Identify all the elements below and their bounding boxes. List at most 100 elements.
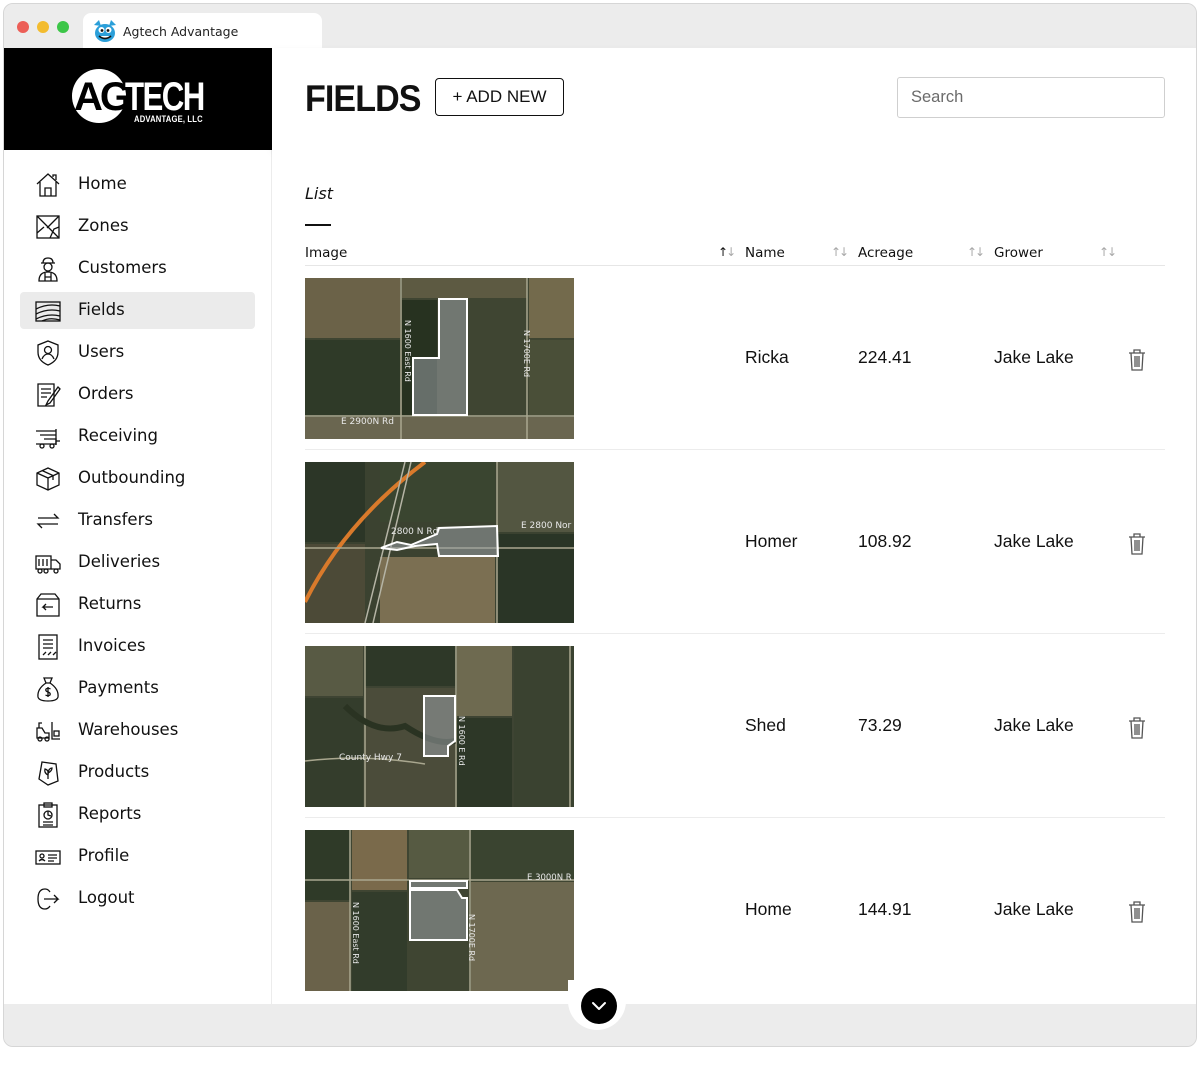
user-shield-icon	[37, 340, 59, 366]
returns-icon	[36, 593, 60, 617]
table-row[interactable]: County Hwy 7 N 1600 E Rd Shed 73.29 Jake…	[305, 634, 1165, 818]
sidebar-item-label: Users	[78, 342, 125, 361]
sidebar-item-transfers[interactable]: Transfers	[20, 502, 255, 539]
sidebar-item-products[interactable]: Products	[20, 754, 255, 791]
field-grower: Jake Lake	[994, 347, 1074, 367]
sidebar-item-label: Reports	[78, 804, 142, 823]
sidebar-item-receiving[interactable]: Receiving	[20, 418, 255, 455]
sidebar-item-warehouses[interactable]: Warehouses	[20, 712, 255, 749]
scroll-down-button[interactable]	[581, 988, 617, 1024]
sidebar-item-invoices[interactable]: Invoices	[20, 628, 255, 665]
map-road-label: E 3000N R	[527, 873, 572, 883]
forklift-icon	[36, 722, 60, 742]
table-row[interactable]: E 3000N R N 1600 East Rd N 1700E Rd Home…	[305, 818, 1165, 1002]
map-road-label: E 2800 Nor	[521, 521, 572, 531]
sidebar-item-home[interactable]: Home	[20, 166, 255, 203]
column-header-name[interactable]: Name	[745, 245, 785, 261]
map-road-label: 2800 N Rd	[391, 527, 438, 537]
sidebar-item-label: Customers	[78, 258, 167, 277]
column-header-image: Image	[305, 245, 348, 261]
product-seed-icon	[38, 761, 59, 786]
sidebar-item-orders[interactable]: Orders	[20, 376, 255, 413]
minimize-window-button[interactable]	[37, 21, 49, 33]
delete-trash-icon[interactable]	[1127, 900, 1147, 924]
table-row[interactable]: 2800 N Rd E 2800 Nor Homer 108.92 Jake L…	[305, 450, 1165, 634]
sidebar-item-label: Deliveries	[78, 552, 161, 571]
map-road-label: N 1600 East Rd	[403, 320, 412, 382]
sort-name-icon[interactable]: ↑↓	[831, 245, 849, 259]
sidebar-item-label: Returns	[78, 594, 142, 613]
section-label: List	[305, 184, 333, 203]
chevron-down-icon	[592, 1002, 606, 1010]
add-new-button[interactable]: + ADD NEW	[435, 78, 564, 116]
sidebar-item-payments[interactable]: Payments	[20, 670, 255, 707]
sort-acreage-icon[interactable]: ↑↓	[967, 245, 985, 259]
sidebar-item-returns[interactable]: Returns	[20, 586, 255, 623]
sidebar-item-customers[interactable]: Customers	[20, 250, 255, 287]
sidebar-item-zones[interactable]: Zones	[20, 208, 255, 245]
field-grower: Jake Lake	[994, 899, 1074, 919]
sidebar-item-deliveries[interactable]: Deliveries	[20, 544, 255, 581]
search-input[interactable]	[897, 77, 1165, 118]
sidebar-item-label: Payments	[78, 678, 159, 697]
mascot-favicon-icon	[94, 20, 116, 42]
delivery-truck-icon	[35, 555, 61, 574]
title-bar: Agtech Advantage	[4, 4, 1196, 49]
box-icon	[36, 467, 60, 491]
sort-image-icon[interactable]: ↑↓	[718, 245, 736, 259]
logo-subtitle: ADVANTAGE, LLC	[134, 114, 203, 124]
sidebar-item-label: Profile	[78, 846, 130, 865]
sidebar-nav: Home Zones Customers Fields Users Orders	[4, 150, 272, 1004]
field-name: Ricka	[745, 347, 789, 367]
field-name: Homer	[745, 531, 798, 551]
delete-trash-icon[interactable]	[1127, 348, 1147, 372]
column-header-grower[interactable]: Grower	[994, 245, 1043, 261]
table-row[interactable]: E 2900N Rd N 1600 East Rd N 1700E Rd Ric…	[305, 266, 1165, 450]
sort-grower-icon[interactable]: ↑↓	[1099, 245, 1117, 259]
sidebar-item-profile[interactable]: Profile	[20, 838, 255, 875]
invoice-icon	[38, 634, 58, 660]
satellite-map-image: E 3000N R N 1600 East Rd N 1700E Rd	[305, 830, 574, 991]
sidebar-item-label: Zones	[78, 216, 129, 235]
delete-trash-icon[interactable]	[1127, 716, 1147, 740]
home-icon	[36, 173, 60, 197]
field-map-thumbnail[interactable]: E 3000N R N 1600 East Rd N 1700E Rd	[305, 830, 574, 991]
field-map-thumbnail[interactable]: E 2900N Rd N 1600 East Rd N 1700E Rd	[305, 278, 574, 439]
logout-icon	[37, 888, 60, 910]
sidebar-item-label: Orders	[78, 384, 134, 403]
browser-window: Agtech Advantage AG TECH ADVANTAGE, LLC …	[3, 3, 1197, 1047]
satellite-map-image: E 2900N Rd N 1600 East Rd N 1700E Rd	[305, 278, 574, 439]
fields-icon	[35, 301, 61, 322]
field-acreage: 224.41	[858, 347, 912, 367]
field-name: Home	[745, 899, 792, 919]
orders-icon	[37, 383, 61, 407]
map-road-label: N 1700E Rd	[522, 330, 531, 377]
column-header-acreage[interactable]: Acreage	[858, 245, 913, 261]
zones-icon	[36, 215, 60, 239]
map-road-label: N 1600 East Rd	[351, 902, 360, 964]
truck-receiving-icon	[36, 429, 60, 449]
brand-logo[interactable]: AG TECH ADVANTAGE, LLC	[4, 48, 272, 150]
sidebar-item-users[interactable]: Users	[20, 334, 255, 371]
field-map-thumbnail[interactable]: County Hwy 7 N 1600 E Rd	[305, 646, 574, 807]
sidebar-item-fields[interactable]: Fields	[20, 292, 255, 329]
sidebar-item-logout[interactable]: Logout	[20, 880, 255, 917]
sidebar-item-label: Outbounding	[78, 468, 186, 487]
field-acreage: 73.29	[858, 715, 902, 735]
field-name: Shed	[745, 715, 786, 735]
delete-trash-icon[interactable]	[1127, 532, 1147, 556]
field-acreage: 144.91	[858, 899, 912, 919]
sidebar-item-label: Home	[78, 174, 127, 193]
field-acreage: 108.92	[858, 531, 912, 551]
close-window-button[interactable]	[17, 21, 29, 33]
field-map-thumbnail[interactable]: 2800 N Rd E 2800 Nor	[305, 462, 574, 623]
maximize-window-button[interactable]	[57, 21, 69, 33]
satellite-map-image: County Hwy 7 N 1600 E Rd	[305, 646, 574, 807]
app-content: AG TECH ADVANTAGE, LLC Home Zones Custom…	[4, 48, 1196, 1004]
sidebar-item-reports[interactable]: Reports	[20, 796, 255, 833]
map-road-label: N 1700E Rd	[467, 914, 476, 961]
sidebar-item-outbounding[interactable]: Outbounding	[20, 460, 255, 497]
browser-tab[interactable]: Agtech Advantage	[83, 13, 322, 49]
sidebar-item-label: Products	[78, 762, 150, 781]
sidebar-item-label: Logout	[78, 888, 135, 907]
